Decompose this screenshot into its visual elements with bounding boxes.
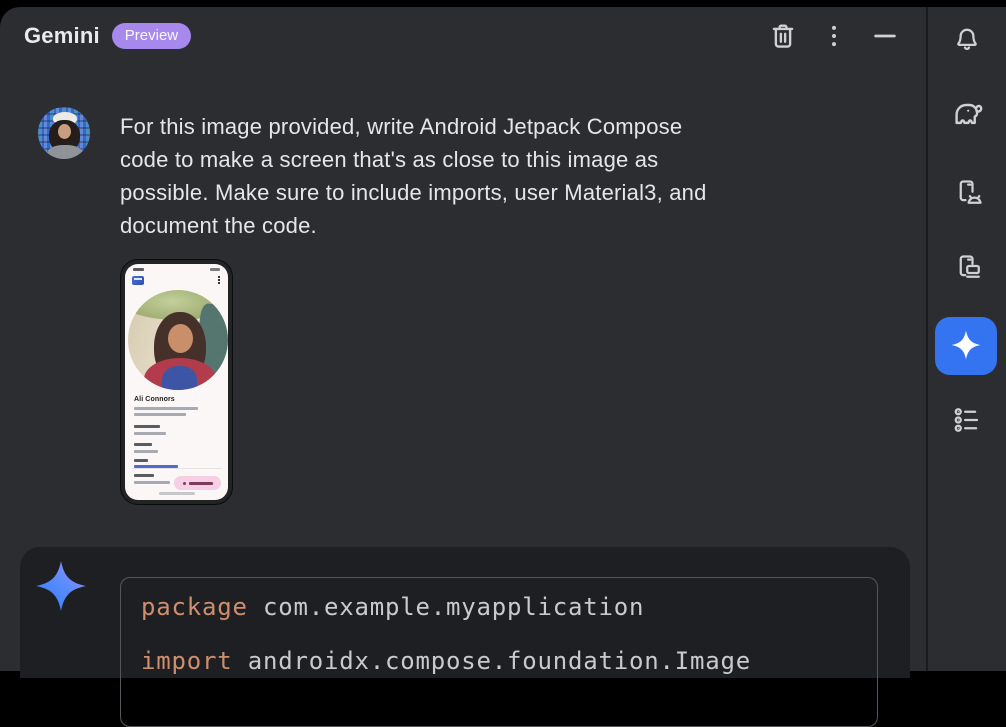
profile-photo	[128, 290, 228, 390]
panel-title: Gemini	[24, 23, 100, 49]
sidebar-item-device-manager[interactable]	[952, 177, 982, 207]
code-line: package com.example.myapplication	[141, 594, 857, 621]
code-block[interactable]: package com.example.myapplication import…	[120, 577, 878, 727]
sidebar-item-structure-list[interactable]	[952, 405, 982, 435]
attachment-kebab-icon	[218, 276, 220, 284]
device-manager-icon	[952, 177, 982, 207]
pencil-icon	[183, 482, 186, 485]
user-avatar	[38, 107, 90, 159]
sidebar-item-gemini[interactable]	[935, 317, 997, 375]
gemini-spark-icon	[35, 560, 87, 612]
running-devices-icon	[952, 252, 982, 282]
preview-badge: Preview	[112, 23, 191, 49]
bell-icon	[952, 23, 982, 53]
home-indicator	[159, 492, 195, 495]
panel-header: Gemini Preview	[0, 7, 926, 65]
header-actions	[766, 19, 902, 53]
profile-name: Ali Connors	[134, 396, 175, 403]
hide-window-button[interactable]	[868, 19, 902, 53]
edit-profile-button	[174, 476, 221, 490]
bulleted-list-icon	[952, 405, 982, 435]
sidebar-item-notifications[interactable]	[952, 23, 982, 53]
message-text-line: document the code.	[120, 209, 707, 242]
minimize-icon	[870, 21, 900, 51]
more-options-button[interactable]	[817, 19, 851, 53]
gradle-elephant-icon	[951, 97, 983, 129]
attachment-phone-screenshot[interactable]: Ali Connors	[120, 259, 233, 505]
sidebar-item-running-devices[interactable]	[952, 252, 982, 282]
delete-conversation-button[interactable]	[766, 19, 800, 53]
trash-icon	[768, 21, 798, 51]
user-message-body: For this image provided, write Android J…	[120, 110, 707, 505]
message-text-line: code to make a screen that's as close to…	[120, 143, 707, 176]
kebab-menu-icon	[820, 22, 848, 50]
gemini-star-icon	[951, 330, 981, 363]
message-text-line: possible. Make sure to include imports, …	[120, 176, 707, 209]
attachment-appbar-icon	[132, 276, 144, 285]
gemini-panel: Gemini Preview	[0, 7, 926, 671]
sidebar-item-gradle[interactable]	[952, 98, 982, 128]
message-text-line: For this image provided, write Android J…	[120, 110, 707, 143]
right-tool-stripe	[926, 7, 1006, 671]
gemini-response: package com.example.myapplication import…	[20, 547, 910, 678]
attachment-screen: Ali Connors	[125, 264, 228, 500]
user-message: For this image provided, write Android J…	[38, 107, 707, 505]
